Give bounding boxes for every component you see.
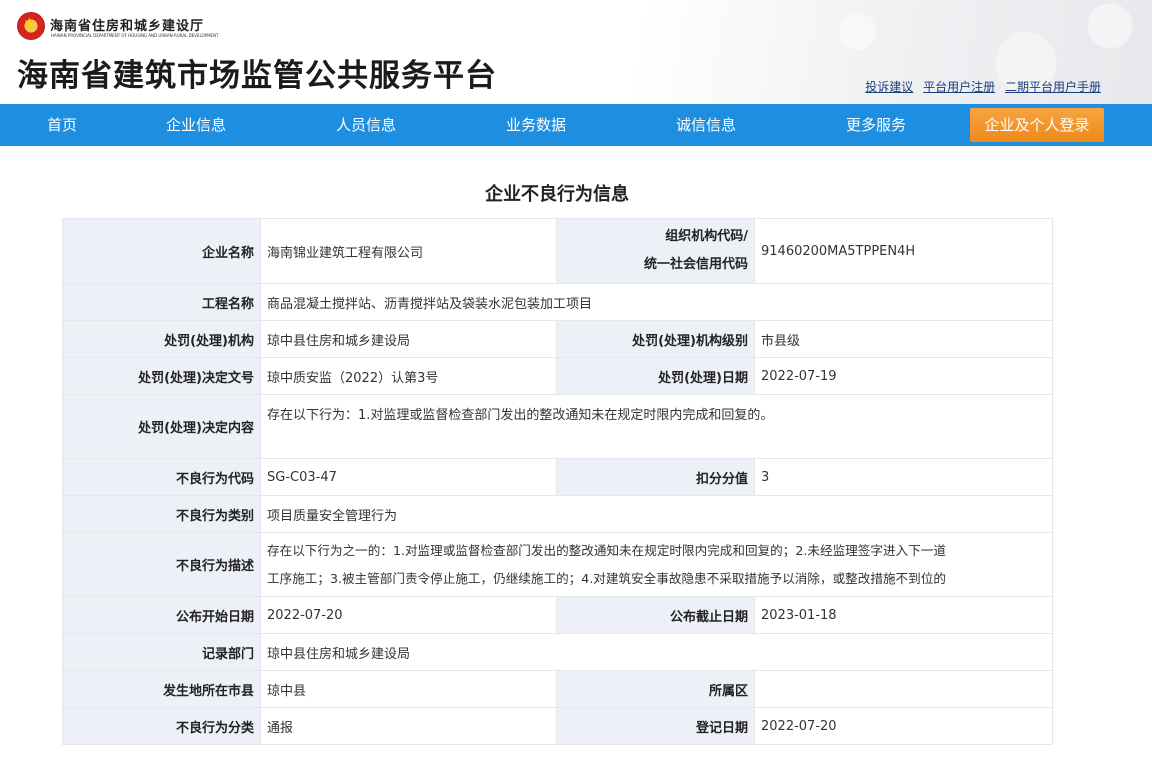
behavior-code-label: 不良行为代码 xyxy=(62,458,261,496)
publish-end-value: 2023-01-18 xyxy=(754,596,1053,634)
behavior-category-label: 不良行为类别 xyxy=(62,495,261,533)
main-nav: 首页 企业信息 人员信息 业务数据 诚信信息 更多服务 企业及个人登录 xyxy=(0,104,1152,146)
behavior-class-label: 不良行为分类 xyxy=(62,707,261,745)
table-row: 企业名称 海南锦业建筑工程有限公司 组织机构代码/统一社会信用代码 914602… xyxy=(62,218,1053,284)
penalty-date-value: 2022-07-19 xyxy=(754,357,1053,395)
table-row: 不良行为代码 SG-C03-47 扣分分值 3 xyxy=(62,458,1053,496)
org-code-value: 91460200MA5TPPEN4H xyxy=(754,218,1053,284)
top-links: 投诉建议 平台用户注册 二期平台用户手册 xyxy=(859,78,1101,95)
behavior-code-value: SG-C03-47 xyxy=(260,458,557,496)
penalty-org-value: 琼中县住房和城乡建设局 xyxy=(260,320,557,358)
table-row: 处罚(处理)决定文号 琼中质安监（2022）认第3号 处罚(处理)日期 2022… xyxy=(62,357,1053,395)
penalty-date-label: 处罚(处理)日期 xyxy=(556,357,755,395)
org-code-label-line2: 统一社会信用代码 xyxy=(643,257,748,272)
page-title: 企业不良行为信息 xyxy=(485,184,629,205)
org-code-label-line1: 组织机构代码/ xyxy=(665,229,748,244)
record-dept-value: 琼中县住房和城乡建设局 xyxy=(260,633,1053,671)
decision-content-label: 处罚(处理)决定内容 xyxy=(62,394,261,459)
org-code-label: 组织机构代码/统一社会信用代码 xyxy=(556,218,755,284)
table-row: 公布开始日期 2022-07-20 公布截止日期 2023-01-18 xyxy=(62,596,1053,634)
company-name-value: 海南锦业建筑工程有限公司 xyxy=(260,218,557,284)
manual-link[interactable]: 二期平台用户手册 xyxy=(1005,80,1101,94)
site-title: 海南省建筑市场监管公共服务平台 xyxy=(17,58,497,94)
behavior-desc-value: 存在以下行为之一的：1.对监理或监督检查部门发出的整改通知未在规定时限内完成和回… xyxy=(260,532,1053,597)
penalty-org-level-label: 处罚(处理)机构级别 xyxy=(556,320,755,358)
district-value xyxy=(754,670,1053,708)
table-row: 处罚(处理)决定内容 存在以下行为：1.对监理或监督检查部门发出的整改通知未在规… xyxy=(62,394,1053,459)
nav-personnel-info[interactable]: 人员信息 xyxy=(320,104,412,146)
district-label: 所属区 xyxy=(556,670,755,708)
login-button[interactable]: 企业及个人登录 xyxy=(970,108,1104,142)
publish-end-label: 公布截止日期 xyxy=(556,596,755,634)
register-date-value: 2022-07-20 xyxy=(754,707,1053,745)
table-row: 不良行为描述 存在以下行为之一的：1.对监理或监督检查部门发出的整改通知未在规定… xyxy=(62,532,1053,597)
penalty-org-label: 处罚(处理)机构 xyxy=(62,320,261,358)
city-value: 琼中县 xyxy=(260,670,557,708)
table-row: 不良行为类别 项目质量安全管理行为 xyxy=(62,495,1053,533)
register-link[interactable]: 平台用户注册 xyxy=(923,80,995,94)
city-label: 发生地所在市县 xyxy=(62,670,261,708)
site-header: 海南省住房和城乡建设厅 HAINAN PROVINCIAL DEPARTMENT… xyxy=(0,0,1152,104)
behavior-desc-line1: 存在以下行为之一的：1.对监理或监督检查部门发出的整改通知未在规定时限内完成和回… xyxy=(267,542,946,558)
decision-no-label: 处罚(处理)决定文号 xyxy=(62,357,261,395)
decision-content-value: 存在以下行为：1.对监理或监督检查部门发出的整改通知未在规定时限内完成和回复的。 xyxy=(260,394,1053,459)
register-date-label: 登记日期 xyxy=(556,707,755,745)
project-name-label: 工程名称 xyxy=(62,283,261,321)
behavior-class-value: 通报 xyxy=(260,707,557,745)
deduct-score-label: 扣分分值 xyxy=(556,458,755,496)
emblem-icon xyxy=(17,12,45,40)
penalty-org-level-value: 市县级 xyxy=(754,320,1053,358)
nav-business-data[interactable]: 业务数据 xyxy=(490,104,582,146)
complaint-link[interactable]: 投诉建议 xyxy=(865,80,913,94)
behavior-desc-line2: 工序施工；3.被主管部门责令停止施工，仍继续施工的；4.对建筑安全事故隐患不采取… xyxy=(267,570,946,586)
nav-company-info[interactable]: 企业信息 xyxy=(150,104,242,146)
table-row: 发生地所在市县 琼中县 所属区 xyxy=(62,670,1053,708)
nav-home[interactable]: 首页 xyxy=(20,104,104,146)
nav-credit-info[interactable]: 诚信信息 xyxy=(660,104,752,146)
company-name-label: 企业名称 xyxy=(62,218,261,284)
behavior-desc-label: 不良行为描述 xyxy=(62,532,261,597)
behavior-category-value: 项目质量安全管理行为 xyxy=(260,495,1053,533)
department-name-en: HAINAN PROVINCIAL DEPARTMENT OF HOUSING … xyxy=(51,33,219,38)
table-row: 处罚(处理)机构 琼中县住房和城乡建设局 处罚(处理)机构级别 市县级 xyxy=(62,320,1053,358)
publish-start-label: 公布开始日期 xyxy=(62,596,261,634)
table-row: 工程名称 商品混凝土搅拌站、沥青搅拌站及袋装水泥包装加工项目 xyxy=(62,283,1053,321)
table-row: 不良行为分类 通报 登记日期 2022-07-20 xyxy=(62,707,1053,745)
decision-no-value: 琼中质安监（2022）认第3号 xyxy=(260,357,557,395)
project-name-value: 商品混凝土搅拌站、沥青搅拌站及袋装水泥包装加工项目 xyxy=(260,283,1053,321)
bad-behavior-info-table: 企业名称 海南锦业建筑工程有限公司 组织机构代码/统一社会信用代码 914602… xyxy=(62,218,1053,745)
department-name: 海南省住房和城乡建设厅 xyxy=(50,19,205,34)
deduct-score-value: 3 xyxy=(754,458,1053,496)
publish-start-value: 2022-07-20 xyxy=(260,596,557,634)
table-row: 记录部门 琼中县住房和城乡建设局 xyxy=(62,633,1053,671)
record-dept-label: 记录部门 xyxy=(62,633,261,671)
nav-more-services[interactable]: 更多服务 xyxy=(830,104,922,146)
